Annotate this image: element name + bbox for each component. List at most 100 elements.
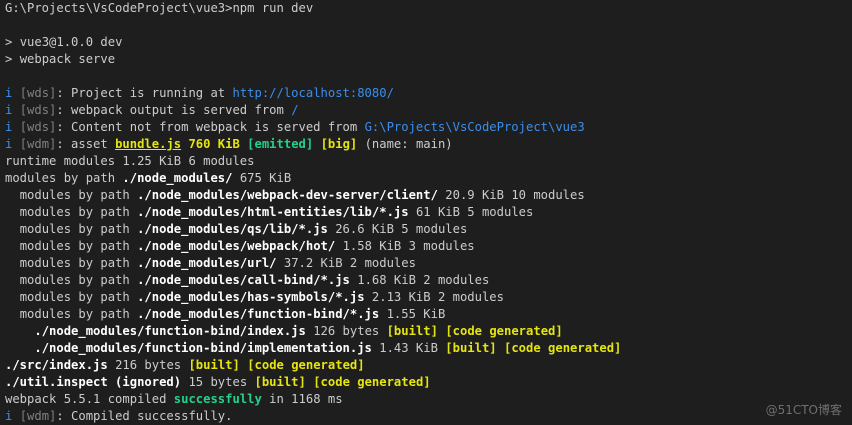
module-group-line: modules by path ./node_modules/webpack-d… [5, 187, 585, 204]
command-line: G:\Projects\VsCodeProject\vue3>npm run d… [5, 0, 313, 17]
asset-file: bundle.js [115, 137, 182, 151]
modules-path: ./node_modules/url/ [137, 256, 277, 270]
watermark: @51CTO博客 [765, 403, 842, 417]
modules-path: ./node_modules/qs/lib/*.js [137, 222, 328, 236]
code-generated-badge: [code generated] [313, 375, 431, 389]
asset-prefix: : asset [56, 137, 116, 151]
final-message: : Compiled successfully. [56, 409, 233, 423]
npm-script-command: webpack serve [19, 52, 116, 66]
modules-value: 61 KiB 5 modules [415, 205, 534, 219]
code-generated-badge: [code generated] [247, 358, 365, 372]
file-size: 216 bytes [115, 358, 182, 372]
prompt-path: G:\Projects\VsCodeProject\vue3> [5, 1, 233, 15]
info-icon: i [5, 409, 13, 423]
content-path: G:\Projects\VsCodeProject\vue3 [364, 120, 585, 134]
code-generated-badge: [code generated] [504, 341, 622, 355]
modules-path: ./node_modules/webpack/hot/ [137, 239, 336, 253]
file-size: 15 bytes [188, 375, 248, 389]
modules-value: 1.55 KiB [386, 307, 446, 321]
module-group-line: modules by path ./node_modules/qs/lib/*.… [5, 221, 468, 238]
modules-value: 675 KiB [239, 171, 292, 185]
module-group-line: modules by path ./node_modules/html-enti… [5, 204, 534, 221]
file-path: ./node_modules/function-bind/implementat… [34, 341, 372, 355]
npm-script-name: vue3@1.0.0 dev [19, 35, 123, 49]
compile-suffix: in 1168 ms [261, 392, 343, 406]
info-icon: i [5, 120, 13, 134]
localhost-link[interactable]: http://localhost:8080/ [232, 86, 393, 100]
wdm-tag: [wdm] [19, 409, 57, 423]
modules-value: 37.2 KiB 2 modules [283, 256, 416, 270]
modules-path: ./node_modules/webpack-dev-server/client… [137, 188, 438, 202]
wds-content-line: i [wds]: Content not from webpack is ser… [5, 119, 585, 136]
compile-status: successfully [173, 392, 262, 406]
modules-root-line: modules by path ./node_modules/ 675 KiB [5, 170, 291, 187]
npm-mark: > [5, 52, 20, 66]
modules-label: modules by path [19, 290, 130, 304]
file-path: ./node_modules/function-bind/index.js [34, 324, 306, 338]
modules-path: ./node_modules/function-bind/*.js [137, 307, 380, 321]
modules-value: 2.13 KiB 2 modules [371, 290, 504, 304]
modules-label: modules by path [19, 256, 130, 270]
wdm-final-line: i [wdm]: Compiled successfully. [5, 408, 232, 425]
file-path: ./util.inspect (ignored) [5, 375, 182, 389]
modules-path: ./node_modules/has-symbols/*.js [137, 290, 365, 304]
wds-output-line: i [wds]: webpack output is served from / [5, 102, 299, 119]
modules-value: 26.6 KiB 5 modules [335, 222, 468, 236]
modules-label: modules by path [19, 273, 130, 287]
wds-tag: [wds] [19, 120, 57, 134]
modules-label: modules by path [19, 307, 130, 321]
content-label: : Content not from webpack is served fro… [56, 120, 365, 134]
info-icon: i [5, 86, 13, 100]
built-file-line: ./node_modules/function-bind/index.js 12… [5, 323, 563, 340]
built-badge: [built] [445, 341, 497, 355]
built-badge: [built] [254, 375, 306, 389]
npm-script-line: > vue3@1.0.0 dev [5, 34, 122, 51]
running-label: : Project is running at [56, 86, 233, 100]
file-size: 1.43 KiB [379, 341, 438, 355]
asset-suffix: (name: main) [357, 137, 453, 151]
modules-path: ./node_modules/ [122, 171, 233, 185]
runtime-value: 1.25 KiB 6 modules [122, 154, 255, 168]
command-text: npm run dev [232, 1, 314, 15]
info-icon: i [5, 103, 13, 117]
compile-status-line: webpack 5.5.1 compiled successfully in 1… [5, 391, 343, 408]
built-file-line: ./src/index.js 216 bytes [built] [code g… [5, 357, 365, 374]
info-icon: i [5, 137, 13, 151]
compile-prefix: webpack 5.5.1 compiled [5, 392, 174, 406]
built-file-line: ./node_modules/function-bind/implementat… [5, 340, 621, 357]
modules-label: modules by path [19, 188, 130, 202]
asset-line: i [wdm]: asset bundle.js 760 KiB [emitte… [5, 136, 453, 153]
emitted-badge: [emitted] [247, 137, 314, 151]
npm-script-line: > webpack serve [5, 51, 115, 68]
wds-tag: [wds] [19, 86, 57, 100]
modules-path: ./node_modules/call-bind/*.js [137, 273, 350, 287]
modules-label: modules by path [19, 222, 130, 236]
asset-size: 760 KiB [181, 137, 248, 151]
modules-value: 20.9 KiB 10 modules [445, 188, 585, 202]
module-group-line: modules by path ./node_modules/call-bind… [5, 272, 490, 289]
module-group-line: modules by path ./node_modules/function-… [5, 306, 446, 323]
file-path: ./src/index.js [5, 358, 108, 372]
built-badge: [built] [386, 324, 438, 338]
built-file-line: ./util.inspect (ignored) 15 bytes [built… [5, 374, 431, 391]
module-group-line: modules by path ./node_modules/url/ 37.2… [5, 255, 416, 272]
modules-label: modules by path [5, 171, 116, 185]
modules-value: 1.68 KiB 2 modules [357, 273, 490, 287]
wds-running-line: i [wds]: Project is running at http://lo… [5, 85, 394, 102]
file-size: 126 bytes [313, 324, 380, 338]
runtime-modules-line: runtime modules 1.25 KiB 6 modules [5, 153, 254, 170]
module-group-line: modules by path ./node_modules/webpack/h… [5, 238, 475, 255]
wds-tag: [wds] [19, 103, 57, 117]
modules-label: modules by path [19, 239, 130, 253]
modules-path: ./node_modules/html-entities/lib/*.js [137, 205, 409, 219]
output-path: / [291, 103, 299, 117]
big-badge: [big] [320, 137, 358, 151]
output-label: : webpack output is served from [56, 103, 292, 117]
modules-value: 1.58 KiB 3 modules [342, 239, 475, 253]
runtime-label: runtime modules [5, 154, 116, 168]
code-generated-badge: [code generated] [445, 324, 563, 338]
built-badge: [built] [188, 358, 240, 372]
modules-label: modules by path [19, 205, 130, 219]
wdm-tag: [wdm] [19, 137, 57, 151]
npm-mark: > [5, 35, 20, 49]
